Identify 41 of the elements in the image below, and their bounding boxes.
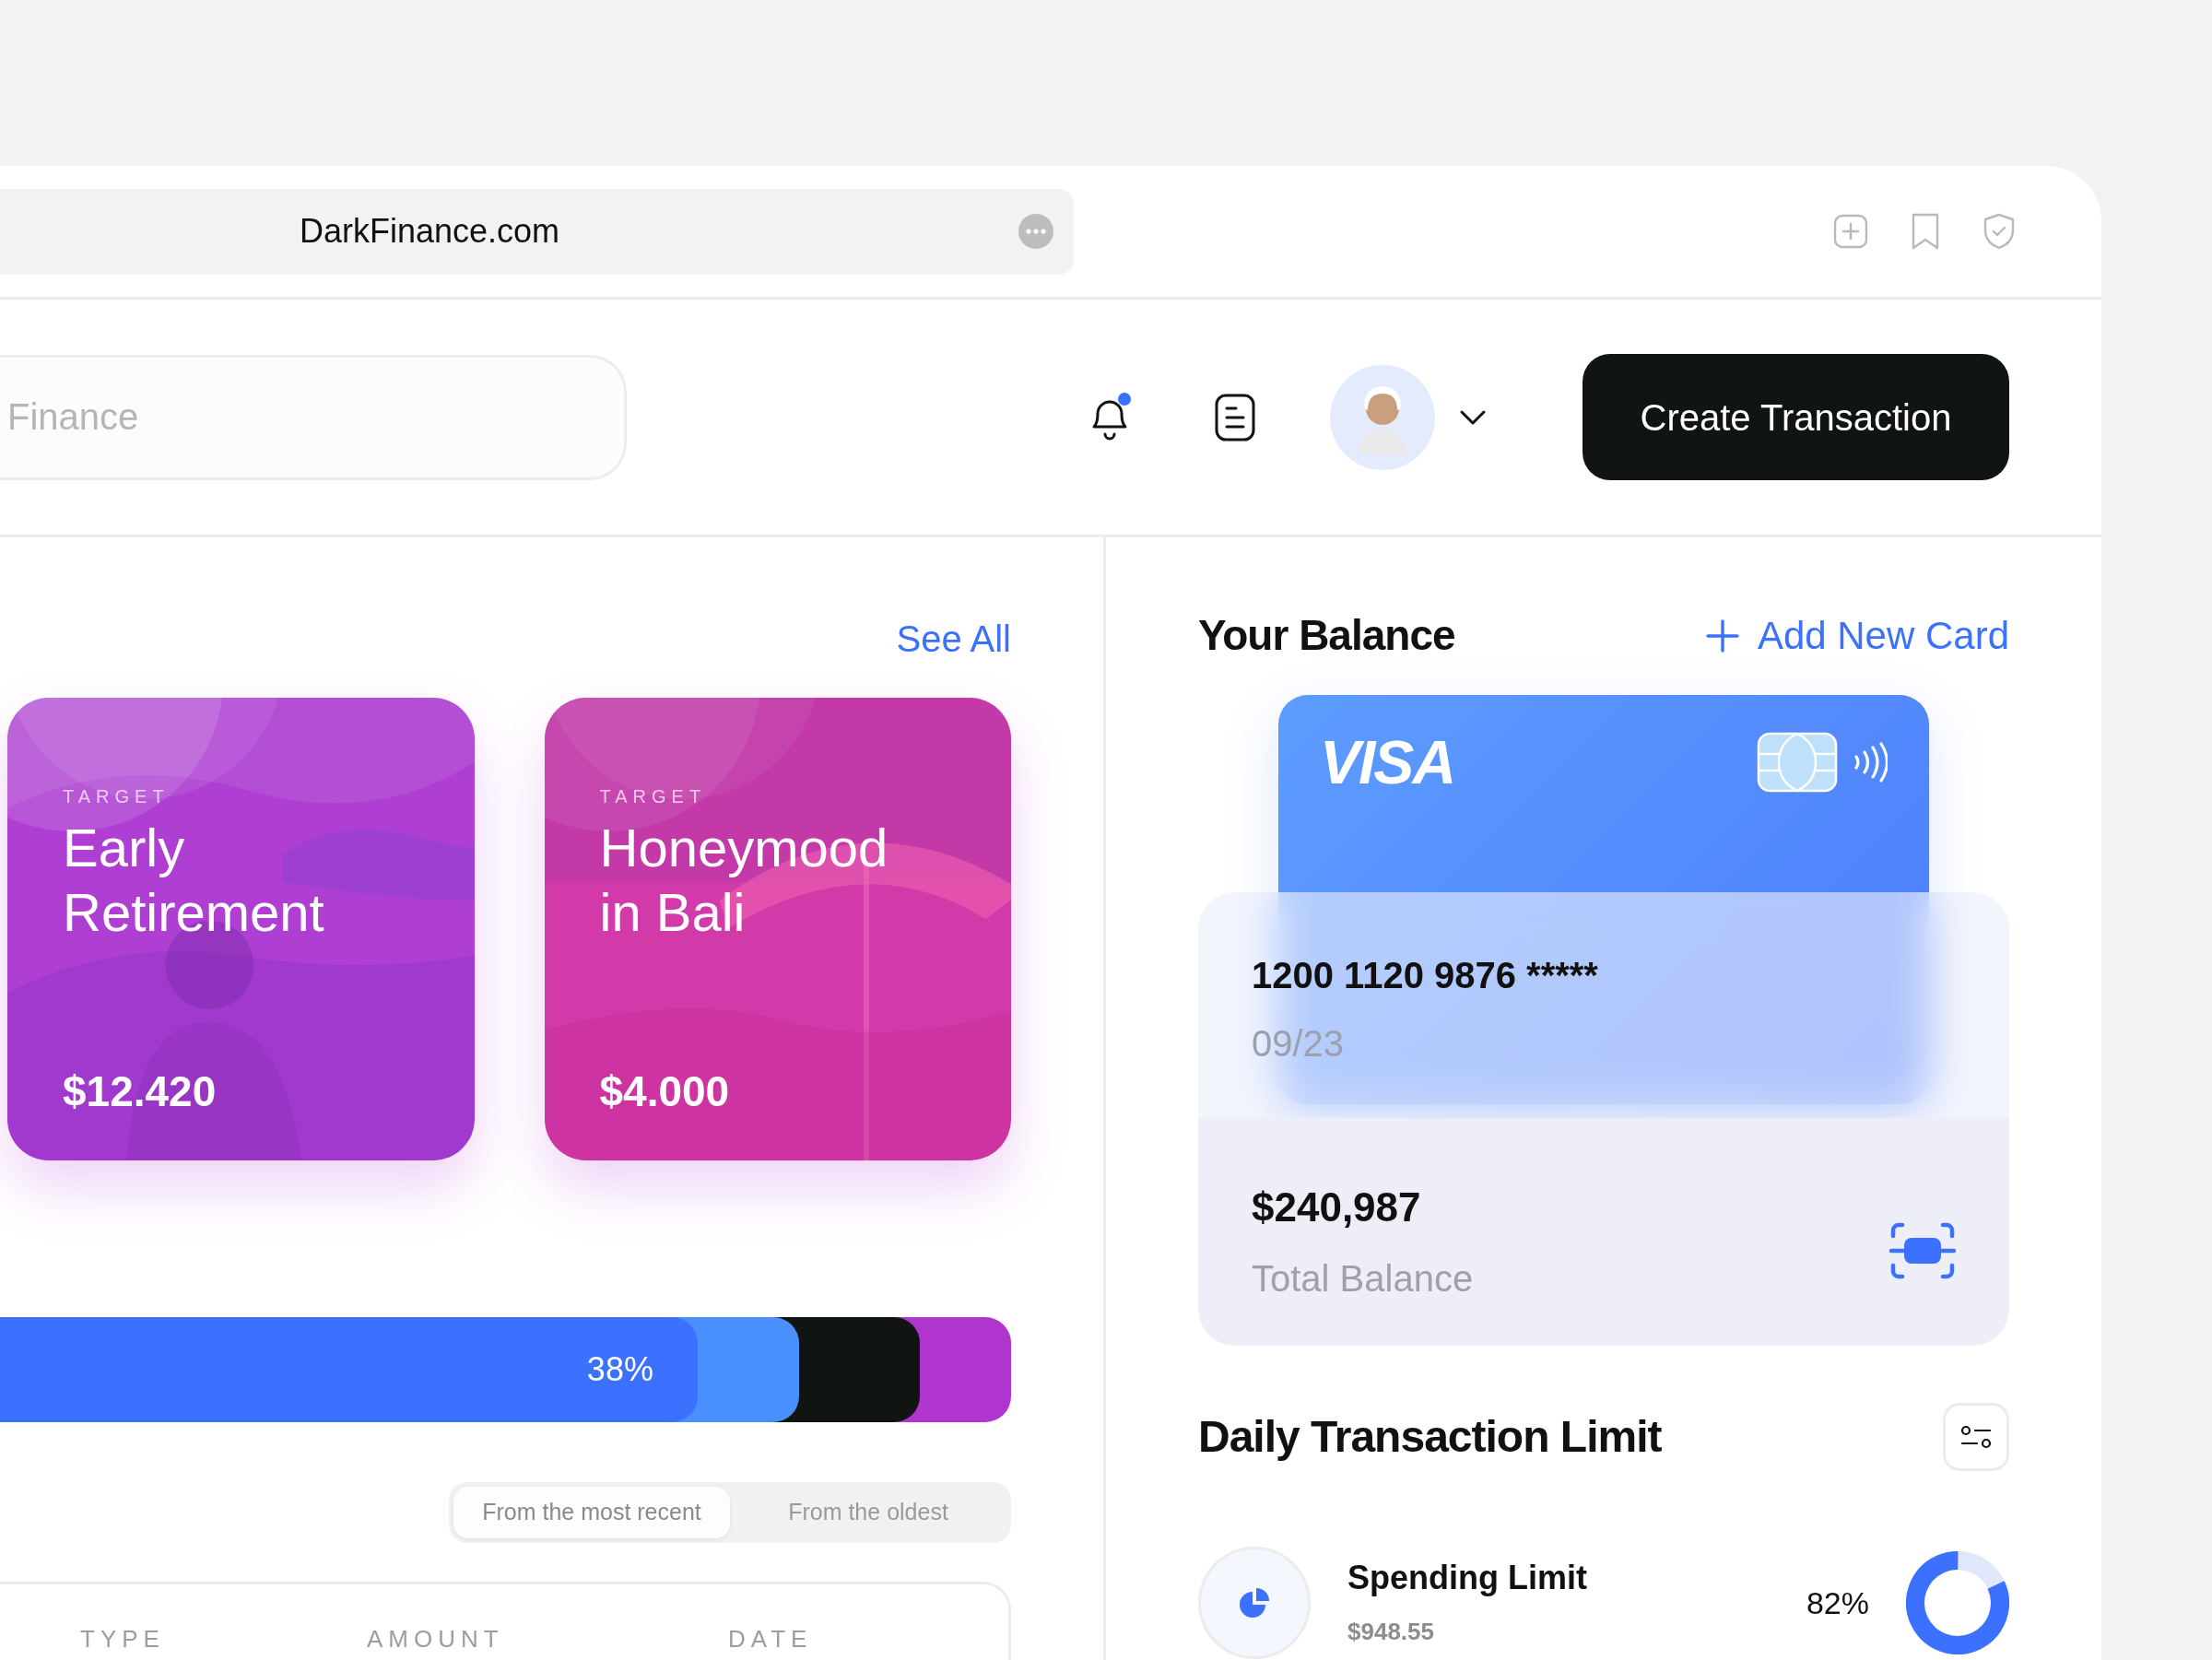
plus-icon	[1705, 618, 1739, 653]
chip-icon	[1757, 732, 1838, 793]
goal-title: Early Retirement	[63, 817, 325, 944]
bar-segment: 38%	[0, 1317, 698, 1422]
chevron-down-icon[interactable]	[1459, 408, 1487, 426]
column-header: DATE	[728, 1624, 813, 1654]
card-brand: VISA	[1320, 732, 1455, 793]
create-transaction-button[interactable]: Create Transaction	[1583, 354, 2009, 480]
limit-amount: $948.55	[1347, 1616, 1435, 1647]
target-label: TARGET	[63, 785, 171, 808]
sort-tab[interactable]: From the most recent	[453, 1487, 730, 1538]
balance-label: Total Balance	[1252, 1256, 1474, 1301]
limit-name: Spending Limit	[1347, 1557, 1587, 1598]
new-tab-icon[interactable]	[1832, 213, 1869, 250]
url-text: DarkFinance.com	[300, 211, 560, 252]
column-header: TYPE	[80, 1624, 165, 1654]
shield-icon[interactable]	[1982, 212, 2017, 251]
goal-amount: $4.000	[599, 1066, 731, 1117]
filter-icon	[1960, 1424, 1992, 1450]
add-card-link[interactable]: Add New Card	[1705, 606, 2009, 665]
search-field[interactable]: Finance	[0, 354, 627, 480]
bookmark-icon[interactable]	[1910, 212, 1941, 251]
limit-percent: 82%	[1806, 1583, 1869, 1622]
card-number: 1200 1120 9876 *****	[1252, 954, 1599, 997]
scan-icon[interactable]	[1889, 1221, 1956, 1279]
see-all-link[interactable]: See All	[896, 618, 1011, 659]
goal-amount: $12.420	[63, 1066, 218, 1117]
goal-card[interactable]: TARGET Early Retirement $12.420	[7, 698, 475, 1160]
document-icon[interactable]	[1214, 392, 1256, 442]
section-title: Daily Transaction Limit	[1198, 1411, 1662, 1463]
balance-amount: $240,987	[1252, 1183, 1422, 1231]
target-label: TARGET	[599, 785, 708, 808]
sort-tab[interactable]: From the oldest	[730, 1487, 1006, 1538]
card-expiry: 09/23	[1252, 1022, 1346, 1065]
address-bar[interactable]: DarkFinance.com	[0, 188, 1074, 275]
column-header: AMOUNT	[367, 1624, 504, 1654]
filter-button[interactable]	[1943, 1403, 2009, 1471]
goal-title: Honeymood in Bali	[599, 817, 889, 944]
goal-card[interactable]: TARGET Honeymood in Bali $4.000	[544, 698, 1011, 1160]
section-title: Your Balance	[1198, 610, 1455, 661]
more-icon[interactable]	[1018, 214, 1053, 249]
